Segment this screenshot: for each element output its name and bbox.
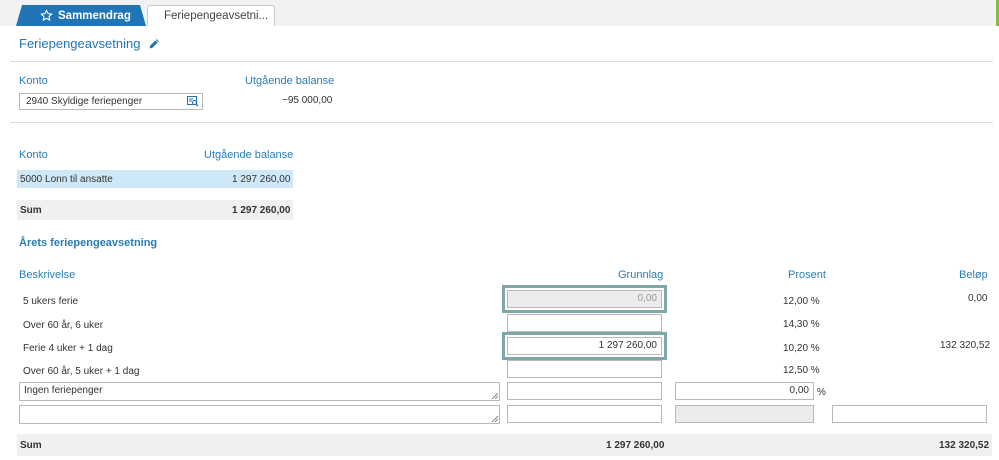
sum-amount: 132 320,52 <box>939 440 990 451</box>
amount-input[interactable] <box>832 405 987 423</box>
table-header-balance: Utgående balanse <box>204 149 294 161</box>
table-cell-balance: 1 297 260,00 <box>232 174 291 185</box>
sum-basis: 1 297 260,00 <box>606 440 665 451</box>
lookup-icon[interactable] <box>187 96 199 107</box>
row-description: Over 60 år, 6 uker <box>23 320 104 331</box>
percent-input <box>675 405 814 423</box>
sum-value: 1 297 260,00 <box>232 205 291 216</box>
description-textarea[interactable]: Ingen feriepenger <box>19 382 500 401</box>
table-header-konto: Konto <box>19 149 48 161</box>
pencil-icon[interactable] <box>148 37 161 50</box>
header-percent: Prosent <box>788 269 826 281</box>
row-description: Ferie 4 uker + 1 dag <box>23 343 113 354</box>
balance-value: −95 000,00 <box>282 95 333 106</box>
basis-value: 1 297 260,00 <box>598 340 657 351</box>
description-textarea[interactable] <box>19 405 500 424</box>
tab-sammendrag[interactable]: Sammendrag <box>16 5 146 26</box>
resize-grip-icon[interactable] <box>492 393 498 399</box>
tab-label: Feriepengeavsetni... <box>164 10 269 22</box>
basis-input[interactable] <box>507 382 662 400</box>
section-title: Årets feriepengeavsetning <box>19 237 158 249</box>
percent-input[interactable]: 0,00 <box>675 382 814 400</box>
sum-label: Sum <box>20 205 42 216</box>
row-percent: 12,00 % <box>783 296 820 307</box>
header-basis: Grunnlag <box>618 269 664 281</box>
konto-label: Konto <box>19 75 48 87</box>
account-select[interactable]: 2940 Skyldige feriepenger <box>19 93 203 110</box>
sum-label: Sum <box>20 440 42 451</box>
resize-grip-icon[interactable] <box>492 416 498 422</box>
row-percent: 14,30 % <box>783 319 820 330</box>
row-percent: 10,20 % <box>783 343 820 354</box>
percent-unit: % <box>817 387 826 398</box>
header-amount: Beløp <box>959 269 988 281</box>
basis-input[interactable] <box>507 314 662 332</box>
row-amount: 0,00 <box>968 293 988 304</box>
basis-value: 0,00 <box>637 293 657 304</box>
percent-value: 0,00 <box>789 385 809 396</box>
tab-label: Sammendrag <box>58 9 131 22</box>
star-icon <box>40 9 53 22</box>
sum-row <box>17 434 992 456</box>
basis-input[interactable] <box>507 360 662 378</box>
row-percent: 12,50 % <box>783 365 820 376</box>
basis-input[interactable]: 0,00 <box>502 285 667 313</box>
divider <box>10 122 993 123</box>
header-description: Beskrivelse <box>19 269 76 281</box>
basis-input[interactable]: 1 297 260,00 <box>502 332 667 360</box>
tab-feriepengeavsetning[interactable]: Feriepengeavsetni... <box>147 5 275 26</box>
row-amount: 132 320,52 <box>940 340 991 351</box>
row-description: Over 60 år, 5 uker + 1 dag <box>23 366 140 377</box>
balance-label: Utgående balanse <box>245 75 335 87</box>
table-cell-konto: 5000 Lonn til ansatte <box>20 174 113 185</box>
description-value: Ingen feriepenger <box>24 385 103 396</box>
page-title-text: Feriepengeavsetning <box>19 36 141 51</box>
divider <box>10 61 993 62</box>
page-title: Feriepengeavsetning <box>19 36 161 51</box>
row-description: 5 ukers ferie <box>23 296 79 307</box>
basis-input[interactable] <box>507 405 662 423</box>
account-select-value: 2940 Skyldige feriepenger <box>26 96 143 107</box>
